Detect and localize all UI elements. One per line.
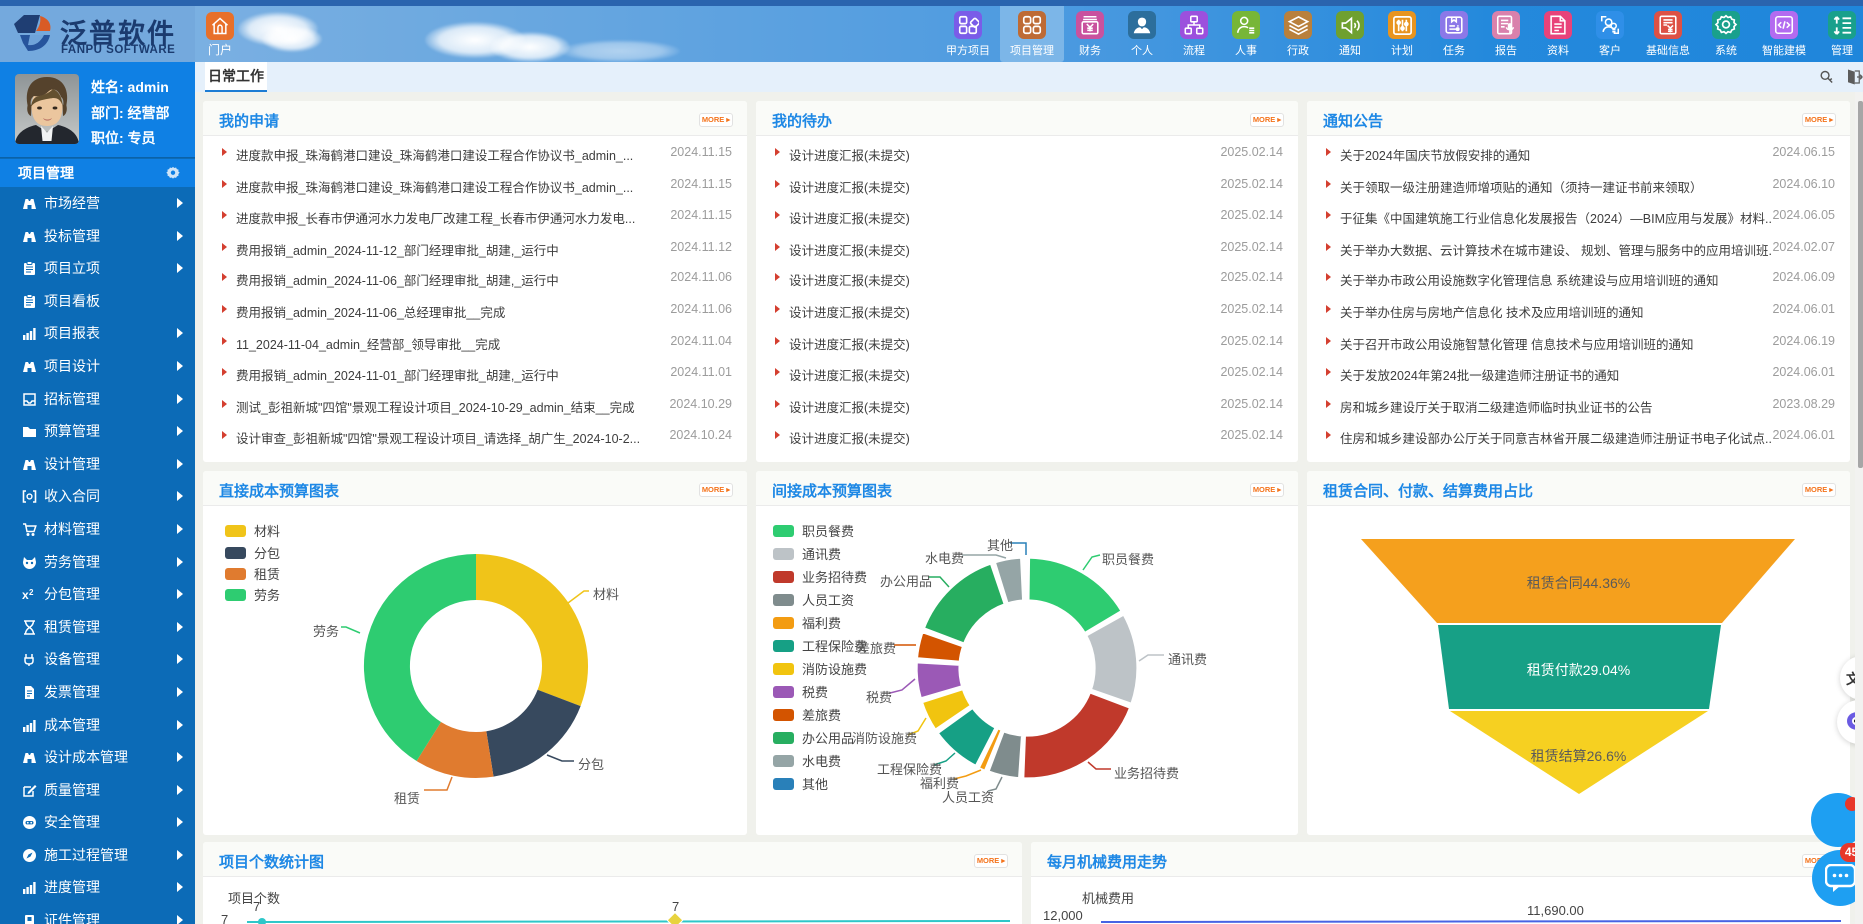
svg-text:x: x [22,588,29,602]
svg-text:2: 2 [29,588,34,597]
